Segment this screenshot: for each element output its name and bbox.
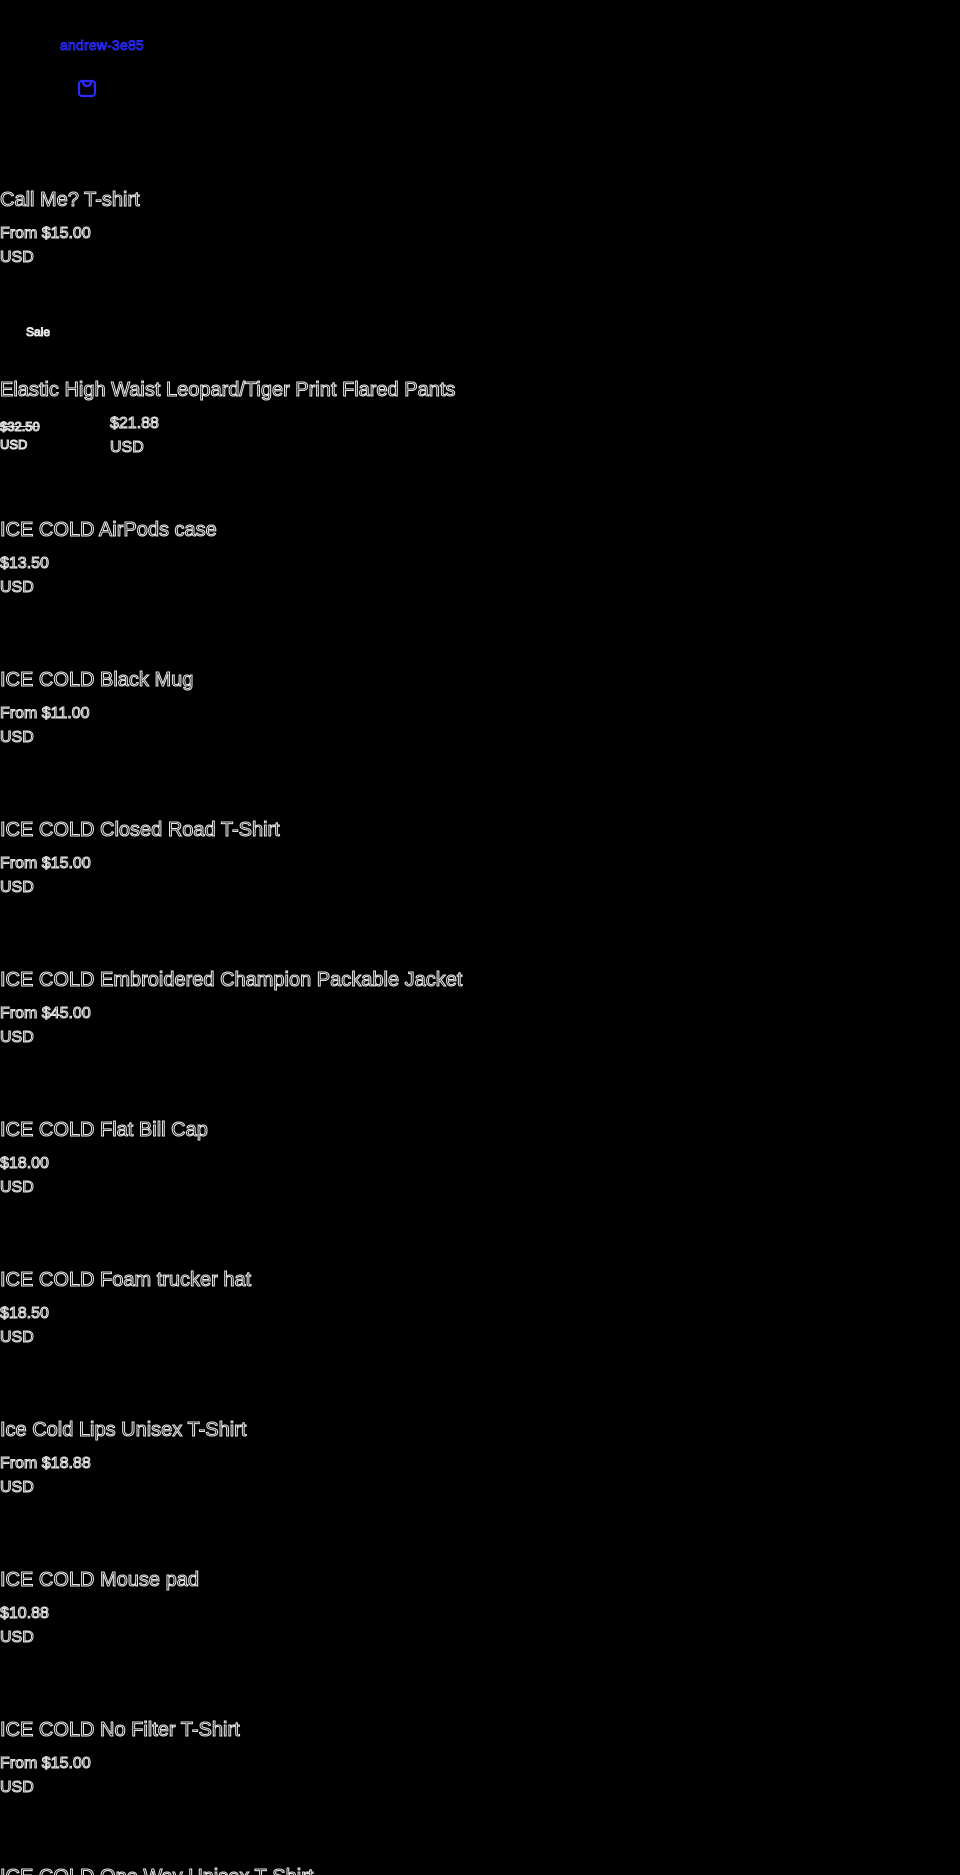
site-header: andrew-3e85 (0, 0, 960, 120)
product-price: $18.50 (0, 1305, 49, 1323)
product-price: From $15.00 (0, 225, 91, 243)
product-price: From $18.88 (0, 1455, 91, 1473)
product-card[interactable]: ICE COLD No Filter T-Shirt From $15.00 U… (0, 1718, 960, 1838)
product-title-link[interactable]: ICE COLD One Way Unisex T-Shirt (0, 1865, 314, 1875)
product-title-link[interactable]: ICE COLD Black Mug (0, 668, 194, 692)
product-card[interactable]: ICE COLD Black Mug From $11.00 USD (0, 668, 960, 788)
product-currency: USD (0, 1479, 34, 1497)
product-title-link[interactable]: Call Me? T-shirt (0, 188, 140, 212)
sale-badge: Sale (25, 325, 51, 340)
product-title-link[interactable]: ICE COLD Flat Bill Cap (0, 1118, 208, 1142)
product-title-link[interactable]: ICE COLD No Filter T-Shirt (0, 1718, 240, 1742)
regular-price-currency: USD (0, 437, 28, 453)
product-title-link[interactable]: Ice Cold Lips Unisex T-Shirt (0, 1418, 247, 1442)
product-card[interactable]: Sale Elastic High Waist Leopard/Tiger Pr… (0, 325, 960, 498)
store-name-link[interactable]: andrew-3e85 (60, 37, 145, 54)
product-price: From $11.00 (0, 705, 90, 723)
product-currency: USD (0, 1629, 34, 1647)
shopping-bag-icon (75, 75, 99, 104)
sale-price-currency: USD (110, 439, 145, 457)
cart-button[interactable] (74, 76, 100, 102)
product-price: From $15.00 (0, 1755, 91, 1773)
product-price: From $45.00 (0, 1005, 91, 1023)
product-currency: USD (0, 1779, 34, 1797)
regular-price: $32.50 (0, 419, 40, 435)
product-title-link[interactable]: ICE COLD Mouse pad (0, 1568, 199, 1592)
sale-price: $21.88 (110, 415, 160, 433)
product-card[interactable]: ICE COLD Mouse pad $10.88 USD (0, 1568, 960, 1688)
product-title-link[interactable]: ICE COLD AirPods case (0, 518, 217, 542)
product-card[interactable]: ICE COLD AirPods case $13.50 USD (0, 518, 960, 638)
product-price: From $15.00 (0, 855, 91, 873)
product-card[interactable]: ICE COLD Flat Bill Cap $18.00 USD (0, 1118, 960, 1238)
product-currency: USD (0, 1029, 34, 1047)
product-card[interactable]: Call Me? T-shirt From $15.00 USD (0, 188, 960, 308)
product-title-link[interactable]: ICE COLD Closed Road T-Shirt (0, 818, 280, 842)
product-card[interactable]: Ice Cold Lips Unisex T-Shirt From $18.88… (0, 1418, 960, 1538)
product-currency: USD (0, 249, 34, 267)
product-price: $13.50 (0, 555, 49, 573)
product-currency: USD (0, 1329, 34, 1347)
product-currency: USD (0, 729, 34, 747)
product-title-link[interactable]: Elastic High Waist Leopard/Tiger Print F… (0, 378, 456, 402)
product-currency: USD (0, 579, 34, 597)
product-price: $10.88 (0, 1605, 49, 1623)
product-title-link[interactable]: ICE COLD Embroidered Champion Packable J… (0, 968, 463, 992)
product-currency: USD (0, 1179, 34, 1197)
product-currency: USD (0, 879, 34, 897)
product-card[interactable]: ICE COLD Embroidered Champion Packable J… (0, 968, 960, 1088)
product-card[interactable]: ICE COLD Foam trucker hat $18.50 USD (0, 1268, 960, 1388)
product-card[interactable]: ICE COLD One Way Unisex T-Shirt (0, 1865, 960, 1875)
product-card[interactable]: ICE COLD Closed Road T-Shirt From $15.00… (0, 818, 960, 938)
product-title-link[interactable]: ICE COLD Foam trucker hat (0, 1268, 252, 1292)
product-price: $18.00 (0, 1155, 49, 1173)
